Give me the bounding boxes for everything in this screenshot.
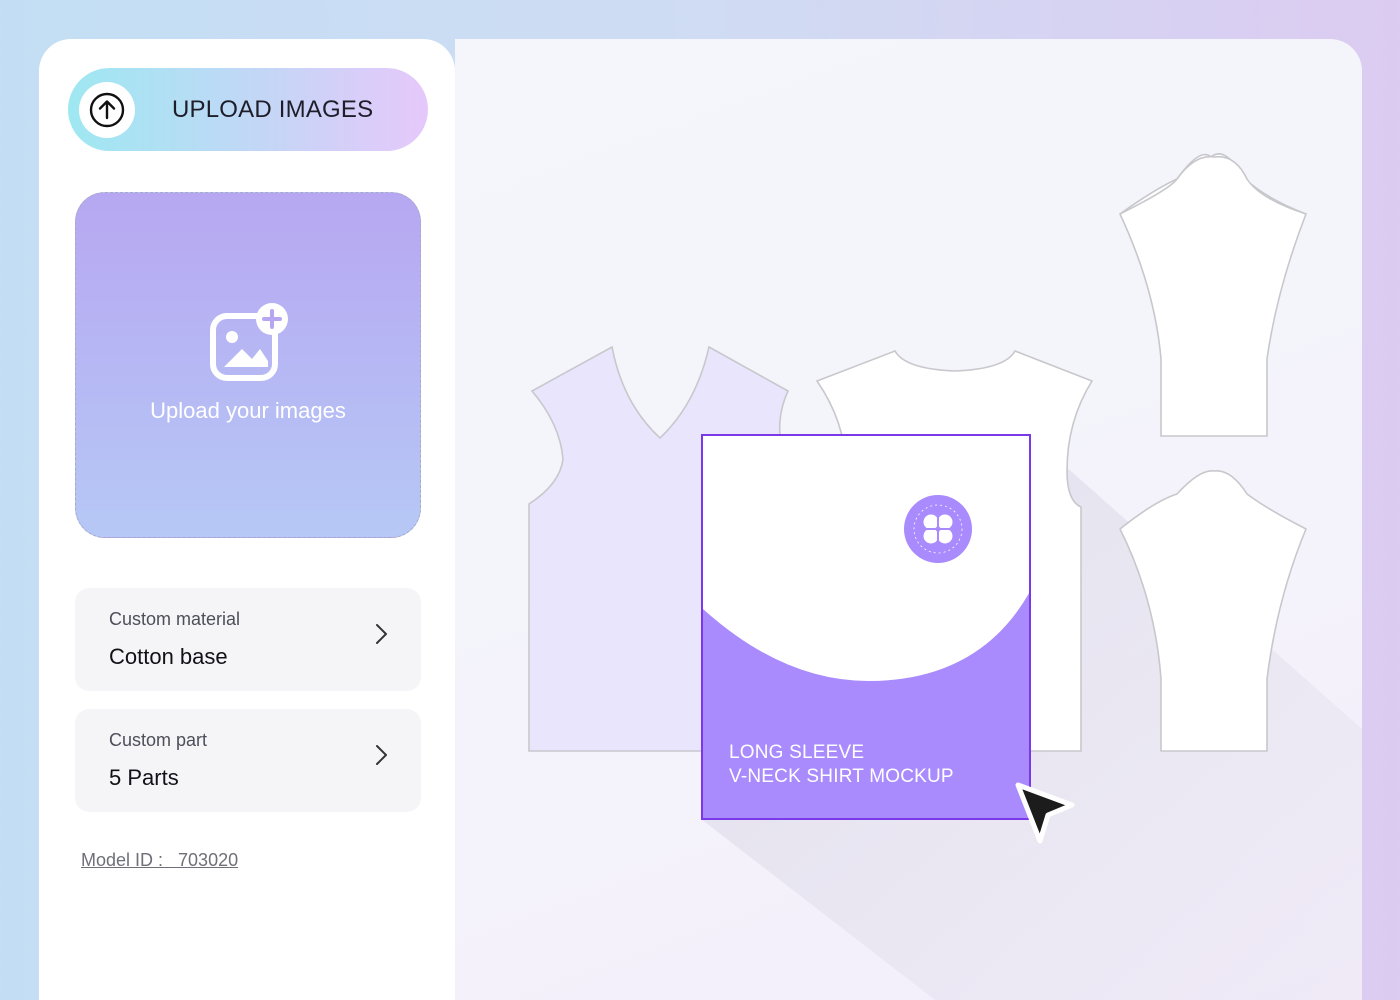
card-title-line2: V-NECK SHIRT MOCKUP <box>729 766 954 787</box>
card-title: LONG SLEEVE V-NECK SHIRT MOCKUP <box>729 741 954 789</box>
upload-icon-circle <box>79 82 135 138</box>
mockup-product-card[interactable]: LONG SLEEVE V-NECK SHIRT MOCKUP <box>701 434 1031 820</box>
custom-part-label: Custom part <box>109 730 208 750</box>
custom-part-option[interactable]: Custom part 5 Parts <box>75 709 421 812</box>
custom-material-label: Custom material <box>109 609 241 629</box>
arrow-up-circle-icon <box>89 92 125 128</box>
upload-images-label: UPLOAD IMAGES <box>172 96 374 123</box>
pattern-canvas[interactable]: LONG SLEEVE V-NECK SHIRT MOCKUP <box>455 39 1362 1000</box>
custom-material-value: Cotton base <box>109 644 228 669</box>
dropzone-text: Upload your images <box>150 398 346 423</box>
card-title-line1: LONG SLEEVE <box>729 742 865 763</box>
custom-material-option[interactable]: Custom material Cotton base <box>75 588 421 691</box>
custom-part-value: 5 Parts <box>109 765 179 790</box>
model-id-link[interactable]: Model ID : 703020 <box>81 850 238 871</box>
upload-images-button[interactable]: UPLOAD IMAGES <box>68 68 428 151</box>
brand-logo-icon <box>904 495 972 563</box>
chevron-right-icon <box>376 624 387 644</box>
chevron-right-icon <box>376 745 387 765</box>
sidebar: UPLOAD IMAGES Upload your images Custom … <box>39 39 455 1000</box>
image-dropzone[interactable]: Upload your images <box>75 192 421 538</box>
add-image-icon <box>210 303 288 381</box>
mouse-pointer-icon <box>1015 782 1075 844</box>
